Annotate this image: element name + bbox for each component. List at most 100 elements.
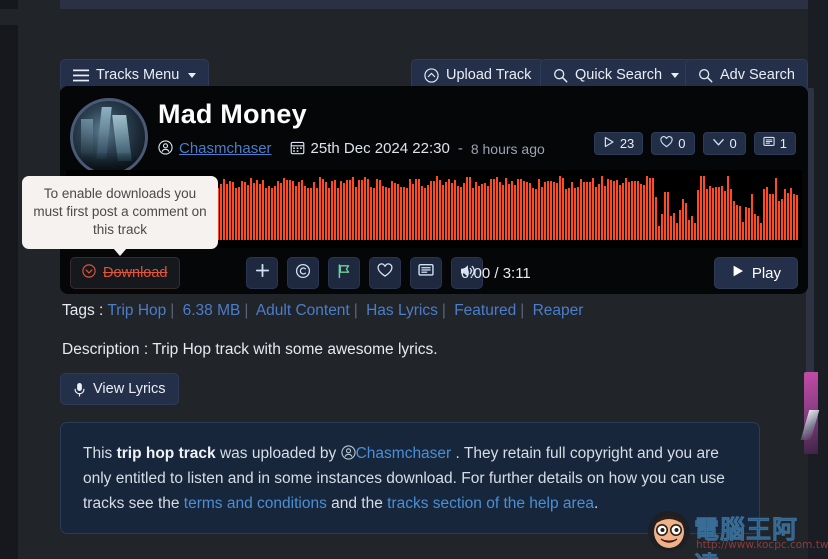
waveform-bar xyxy=(349,180,351,240)
waveform-bar xyxy=(502,185,504,240)
waveform-bar xyxy=(610,180,612,240)
heart-icon xyxy=(377,263,393,283)
waveform-bar xyxy=(793,194,795,240)
download-button[interactable]: Download xyxy=(70,257,180,289)
page-root: Tracks Menu Upload Track Quick Search Ad… xyxy=(0,0,828,559)
top-accent-strip xyxy=(60,0,808,9)
waveform-bar xyxy=(652,178,654,240)
waveform-bar xyxy=(454,179,456,240)
waveform-bar xyxy=(655,197,657,240)
add-to-playlist-button[interactable] xyxy=(246,257,278,289)
tags-label: Tags : xyxy=(62,302,104,319)
tag-link[interactable]: Featured xyxy=(454,302,516,319)
tag-link[interactable]: Adult Content xyxy=(256,302,350,319)
waveform-bar xyxy=(751,194,753,240)
waveform-bar xyxy=(346,180,348,240)
waveform-bar xyxy=(769,193,771,240)
waveform-bar xyxy=(622,183,624,240)
waveform-bar xyxy=(580,179,582,240)
waveform-bar xyxy=(409,179,411,240)
waveform-bar xyxy=(301,179,303,240)
hamburger-icon xyxy=(73,69,89,82)
waveform-bar xyxy=(370,187,372,240)
waveform-bar xyxy=(406,187,408,240)
waveform-bar xyxy=(232,181,234,240)
waveform-bar xyxy=(295,186,297,240)
play-button[interactable]: Play xyxy=(713,257,798,289)
tag-separator: | xyxy=(170,302,175,319)
dislike-count-badge[interactable]: 0 xyxy=(702,132,746,155)
waveform-bar xyxy=(271,187,273,240)
tag-link[interactable]: Reaper xyxy=(533,302,584,319)
waveform-bar xyxy=(313,181,315,240)
waveform-bar xyxy=(607,179,609,240)
waveform-bar xyxy=(727,176,729,240)
waveform-bar xyxy=(400,187,402,240)
play-count-badge[interactable]: 23 xyxy=(593,132,644,155)
waveform-bar xyxy=(343,183,345,240)
waveform-bar xyxy=(541,187,543,240)
waveform-bar xyxy=(394,183,396,240)
comment-count-badge[interactable]: 1 xyxy=(753,132,796,155)
waveform-bar xyxy=(640,184,642,240)
waveform-bar xyxy=(547,180,549,240)
search-icon xyxy=(553,68,568,83)
help-area-link[interactable]: tracks section of the help area xyxy=(387,495,594,512)
waveform-bar xyxy=(766,186,768,240)
waveform-bar xyxy=(511,180,513,240)
tag-link[interactable]: Trip Hop xyxy=(107,302,166,319)
waveform-bar xyxy=(700,176,702,240)
waveform-bar xyxy=(352,177,354,240)
terms-and-conditions-link[interactable]: terms and conditions xyxy=(184,495,327,512)
waveform-bar xyxy=(556,183,558,240)
waveform-bar xyxy=(553,181,555,240)
waveform-bar xyxy=(430,181,432,240)
waveform-bar xyxy=(757,215,759,240)
waveform-bar xyxy=(469,176,471,240)
waveform-bar xyxy=(661,214,663,240)
report-flag-button[interactable] xyxy=(328,257,360,289)
waveform-bar xyxy=(760,223,762,240)
search-icon xyxy=(698,68,713,83)
waveform-bar xyxy=(484,182,486,240)
waveform-bar xyxy=(376,178,378,240)
like-count-badge[interactable]: 0 xyxy=(651,132,695,155)
waveform-bar xyxy=(721,185,723,240)
waveform-bar xyxy=(706,188,708,240)
waveform-bar xyxy=(292,181,294,240)
info-text-part1: This xyxy=(83,445,117,462)
waveform-bar xyxy=(664,191,666,240)
waveform-bar xyxy=(514,184,516,240)
tag-link[interactable]: Has Lyrics xyxy=(366,302,438,319)
view-lyrics-button[interactable]: View Lyrics xyxy=(60,373,179,405)
waveform-bar xyxy=(649,178,651,240)
waveform-bar xyxy=(280,182,282,240)
upload-icon xyxy=(424,67,439,83)
waveform-bar xyxy=(562,177,564,240)
info-uploader-link[interactable]: Chasmchaser xyxy=(356,445,452,462)
waveform-bar xyxy=(592,178,594,240)
waveform-bar xyxy=(388,187,390,240)
waveform-bar xyxy=(385,187,387,240)
avatar[interactable] xyxy=(70,98,148,176)
chevron-down-icon xyxy=(671,72,680,78)
waveform-bar xyxy=(391,181,393,240)
tag-link[interactable]: 6.38 MB xyxy=(183,302,241,319)
tag-separator: | xyxy=(520,302,525,319)
waveform-bar xyxy=(358,179,360,240)
waveform-bar xyxy=(748,208,750,240)
favourite-button[interactable] xyxy=(369,257,401,289)
track-artist-link[interactable]: Chasmchaser xyxy=(179,140,272,157)
comments-button[interactable] xyxy=(410,257,442,289)
waveform-bar xyxy=(298,181,300,240)
copyright-icon xyxy=(295,263,311,284)
waveform-bar xyxy=(715,187,717,240)
waveform-bar xyxy=(730,188,732,240)
waveform-bar xyxy=(790,187,792,240)
waveform-bar xyxy=(373,187,375,240)
waveform-bar xyxy=(253,183,255,240)
waveform-bar xyxy=(250,178,252,240)
waveform-bar xyxy=(601,176,603,240)
waveform-bar xyxy=(529,183,531,240)
copyright-button[interactable] xyxy=(287,257,319,289)
